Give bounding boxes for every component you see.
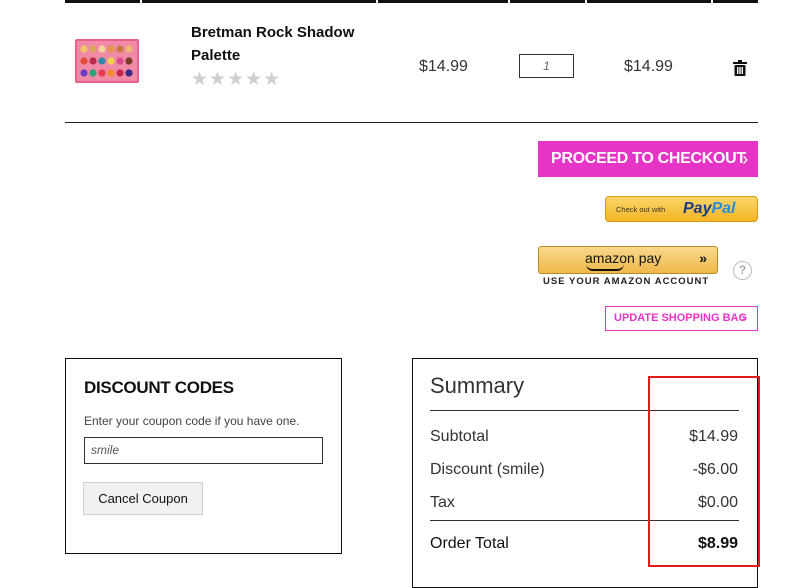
chevron-right-icon: > xyxy=(739,311,747,325)
amazon-pay-button[interactable]: amazon pay » xyxy=(538,246,718,274)
paypal-logo: PayPal xyxy=(683,200,736,217)
cart-table-top-border xyxy=(65,0,758,3)
tax-label: Tax xyxy=(430,494,455,511)
discount-hint: Enter your coupon code if you have one. xyxy=(84,414,300,428)
cancel-coupon-button[interactable]: Cancel Coupon xyxy=(83,482,203,515)
subtotal-label: Subtotal xyxy=(430,428,489,445)
unit-price: $14.99 xyxy=(419,58,468,75)
cart-row-divider xyxy=(65,122,758,123)
rating-stars-icon: ★★★★★ xyxy=(191,69,282,90)
amazon-account-caption: USE YOUR AMAZON ACCOUNT xyxy=(543,276,710,287)
column-divider xyxy=(585,0,587,3)
quantity-input[interactable]: 1 xyxy=(519,54,574,78)
help-icon[interactable]: ? xyxy=(733,261,752,280)
column-divider xyxy=(140,0,142,3)
update-label: UPDATE SHOPPING BAG xyxy=(614,312,748,324)
column-divider xyxy=(508,0,510,3)
proceed-to-checkout-button[interactable]: PROCEED TO CHECKOUT › xyxy=(538,141,758,177)
trash-icon[interactable] xyxy=(733,60,747,76)
column-divider xyxy=(376,0,378,3)
update-shopping-bag-button[interactable]: UPDATE SHOPPING BAG > xyxy=(605,306,758,331)
column-divider xyxy=(711,0,713,3)
double-chevron-icon: » xyxy=(699,250,707,266)
amazon-smile-icon xyxy=(586,264,624,271)
highlight-annotation-box xyxy=(648,376,760,567)
checkout-label: PROCEED TO CHECKOUT xyxy=(551,150,746,167)
eyeshadow-palette-image[interactable] xyxy=(74,38,140,84)
paypal-caption: Check out with xyxy=(616,205,666,214)
product-name[interactable]: Bretman Rock Shadow Palette xyxy=(191,21,361,67)
chevron-right-icon: › xyxy=(742,149,748,169)
summary-title: Summary xyxy=(430,373,525,398)
discount-title: DISCOUNT CODES xyxy=(84,378,234,397)
line-subtotal: $14.99 xyxy=(624,58,673,75)
paypal-checkout-button[interactable]: Check out with PayPal xyxy=(605,196,758,222)
coupon-code-input[interactable]: smile xyxy=(84,437,323,464)
discount-label: Discount (smile) xyxy=(430,461,545,478)
order-total-label: Order Total xyxy=(430,535,509,552)
